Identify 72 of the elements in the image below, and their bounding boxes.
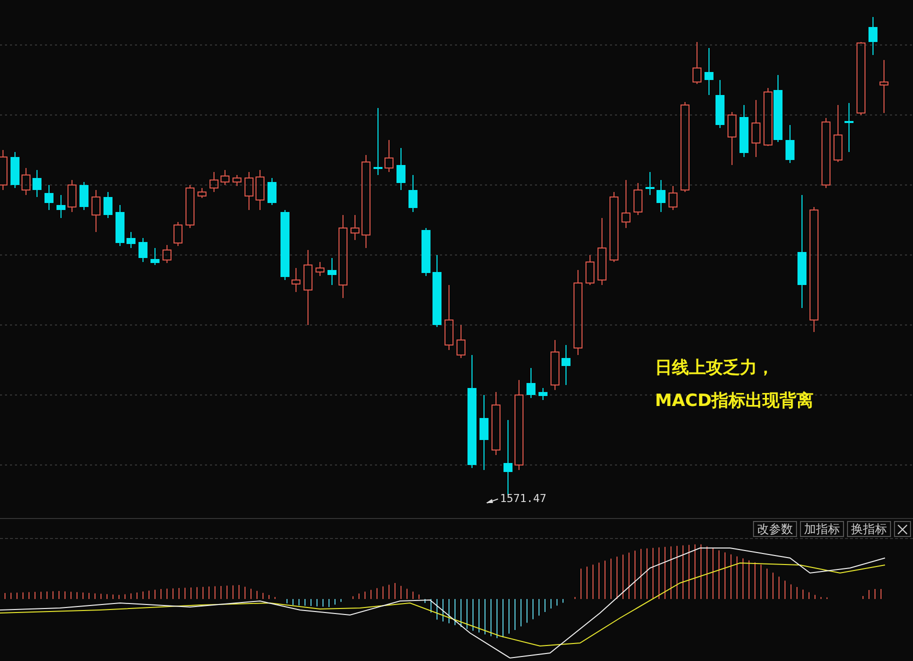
annotation-text: 日线上攻乏力， bbox=[655, 358, 775, 379]
candlestick bbox=[22, 168, 30, 196]
candlestick bbox=[198, 188, 206, 198]
candlestick bbox=[716, 80, 724, 128]
candlestick bbox=[328, 258, 336, 286]
candlestick bbox=[740, 104, 748, 158]
candlestick bbox=[526, 368, 536, 398]
candlestick bbox=[456, 324, 466, 358]
candlestick bbox=[408, 174, 418, 212]
candlestick bbox=[92, 190, 100, 232]
candlestick bbox=[668, 186, 678, 210]
candlestick bbox=[68, 180, 76, 212]
candlestick bbox=[822, 118, 830, 188]
candlestick bbox=[774, 74, 782, 142]
candlestick bbox=[656, 180, 666, 212]
candlestick bbox=[104, 192, 112, 218]
annotation-text: MACD指标出现背离 bbox=[655, 391, 814, 412]
candlestick bbox=[126, 232, 136, 248]
candlestick bbox=[586, 254, 594, 286]
candlestick bbox=[444, 284, 454, 350]
candlestick bbox=[316, 262, 324, 276]
candlestick bbox=[150, 248, 160, 266]
candlestick bbox=[80, 182, 88, 210]
candlestick bbox=[280, 210, 290, 280]
candlestick bbox=[786, 124, 794, 164]
candlestick bbox=[634, 182, 642, 216]
close-icon bbox=[897, 524, 908, 534]
candlestick bbox=[174, 222, 182, 246]
candlestick bbox=[598, 218, 606, 286]
candlestick bbox=[728, 112, 736, 166]
candlestick bbox=[752, 100, 760, 158]
candlestick bbox=[384, 140, 394, 172]
candlestick bbox=[0, 150, 8, 190]
candlestick bbox=[116, 204, 124, 246]
candlestick bbox=[56, 194, 66, 218]
candlestick bbox=[268, 178, 276, 206]
indicator-button[interactable]: 换指标 bbox=[847, 521, 891, 537]
candlestick bbox=[764, 88, 772, 146]
candlestick bbox=[880, 60, 888, 114]
arrow-icon bbox=[486, 498, 498, 504]
candlestick bbox=[622, 180, 630, 228]
candlestick bbox=[32, 170, 42, 198]
candlestick bbox=[162, 244, 172, 264]
candlestick bbox=[550, 340, 560, 390]
candlestick bbox=[396, 148, 406, 190]
candlestick bbox=[220, 170, 230, 186]
candlestick bbox=[186, 184, 194, 228]
candlestick bbox=[834, 104, 842, 162]
candlestick bbox=[138, 238, 148, 262]
candlestick bbox=[844, 102, 854, 152]
candlestick bbox=[44, 184, 54, 210]
candlestick bbox=[292, 268, 300, 292]
candlestick bbox=[10, 152, 20, 188]
candlestick bbox=[704, 48, 714, 96]
close-button[interactable] bbox=[894, 521, 911, 537]
candlestick bbox=[350, 214, 360, 240]
candlestick bbox=[374, 108, 382, 176]
candlestick bbox=[422, 228, 430, 276]
candlestick bbox=[232, 174, 242, 186]
candlestick bbox=[538, 388, 548, 400]
candlestick bbox=[610, 192, 618, 262]
indicator-button[interactable]: 加指标 bbox=[800, 521, 844, 537]
candlestick bbox=[256, 170, 264, 210]
candlestick bbox=[868, 16, 878, 56]
low-price-label: 1571.47 bbox=[500, 492, 546, 505]
candlestick bbox=[244, 172, 254, 210]
candlestick bbox=[692, 42, 702, 84]
candlestick bbox=[492, 392, 500, 456]
indicator-button[interactable]: 改参数 bbox=[753, 521, 797, 537]
candlestick bbox=[210, 172, 218, 192]
candlestick bbox=[562, 344, 570, 386]
candlestick bbox=[646, 172, 654, 196]
